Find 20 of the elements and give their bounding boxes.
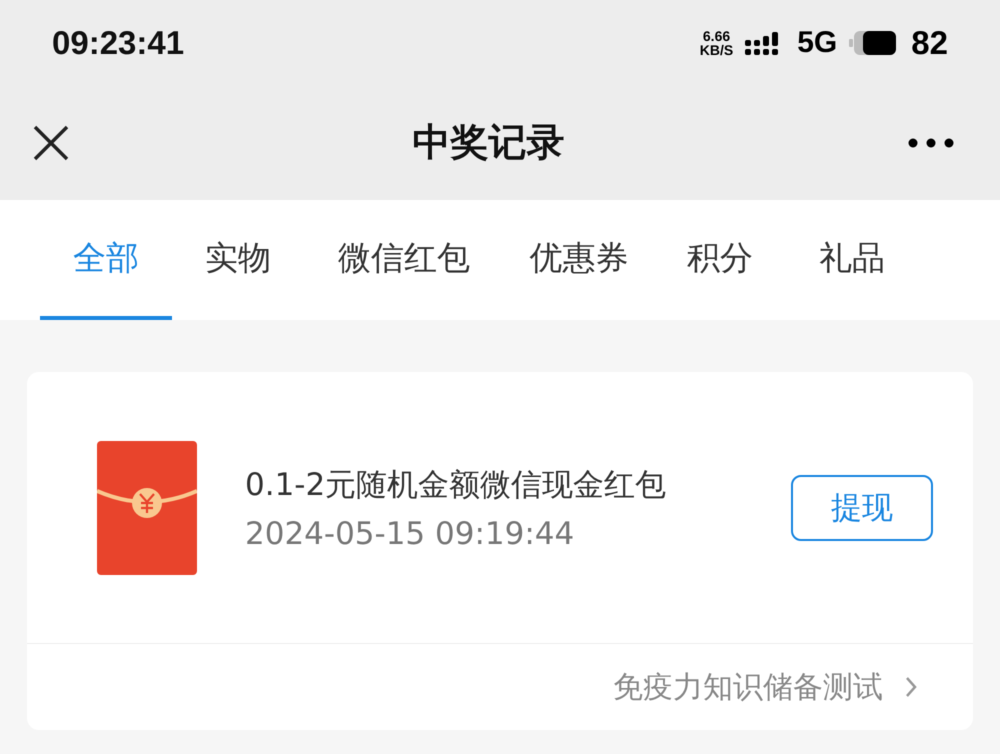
tab[interactable]: 实物 [172, 200, 304, 320]
withdraw-button[interactable]: 提现 [791, 474, 933, 540]
prize-title: 0.1-2元随机金额微信现金红包 [245, 466, 668, 504]
more-icon[interactable] [908, 138, 954, 148]
close-icon[interactable] [33, 124, 69, 160]
battery-level: 82 [911, 24, 948, 62]
tab[interactable]: 积分 [654, 200, 786, 320]
prize-time: 2024-05-15 09:19:44 [245, 516, 576, 552]
chevron-right-icon[interactable] [905, 676, 917, 698]
tab[interactable]: 礼品 [786, 200, 918, 320]
tab[interactable]: 优惠券 [504, 200, 654, 320]
envelope-icon [97, 440, 197, 574]
net-speed-value: 6.66 [702, 28, 730, 42]
page-title: 中奖记录 [412, 119, 564, 166]
tab[interactable]: 全部 [40, 200, 172, 320]
status-time: 09:23:41 [52, 24, 184, 62]
net-speed-unit: KB/S [700, 42, 734, 56]
network-type: 5G [797, 26, 838, 60]
source-link[interactable]: 免疫力知识储备测试 [613, 666, 883, 708]
tab[interactable]: 微信红包 [304, 200, 504, 320]
